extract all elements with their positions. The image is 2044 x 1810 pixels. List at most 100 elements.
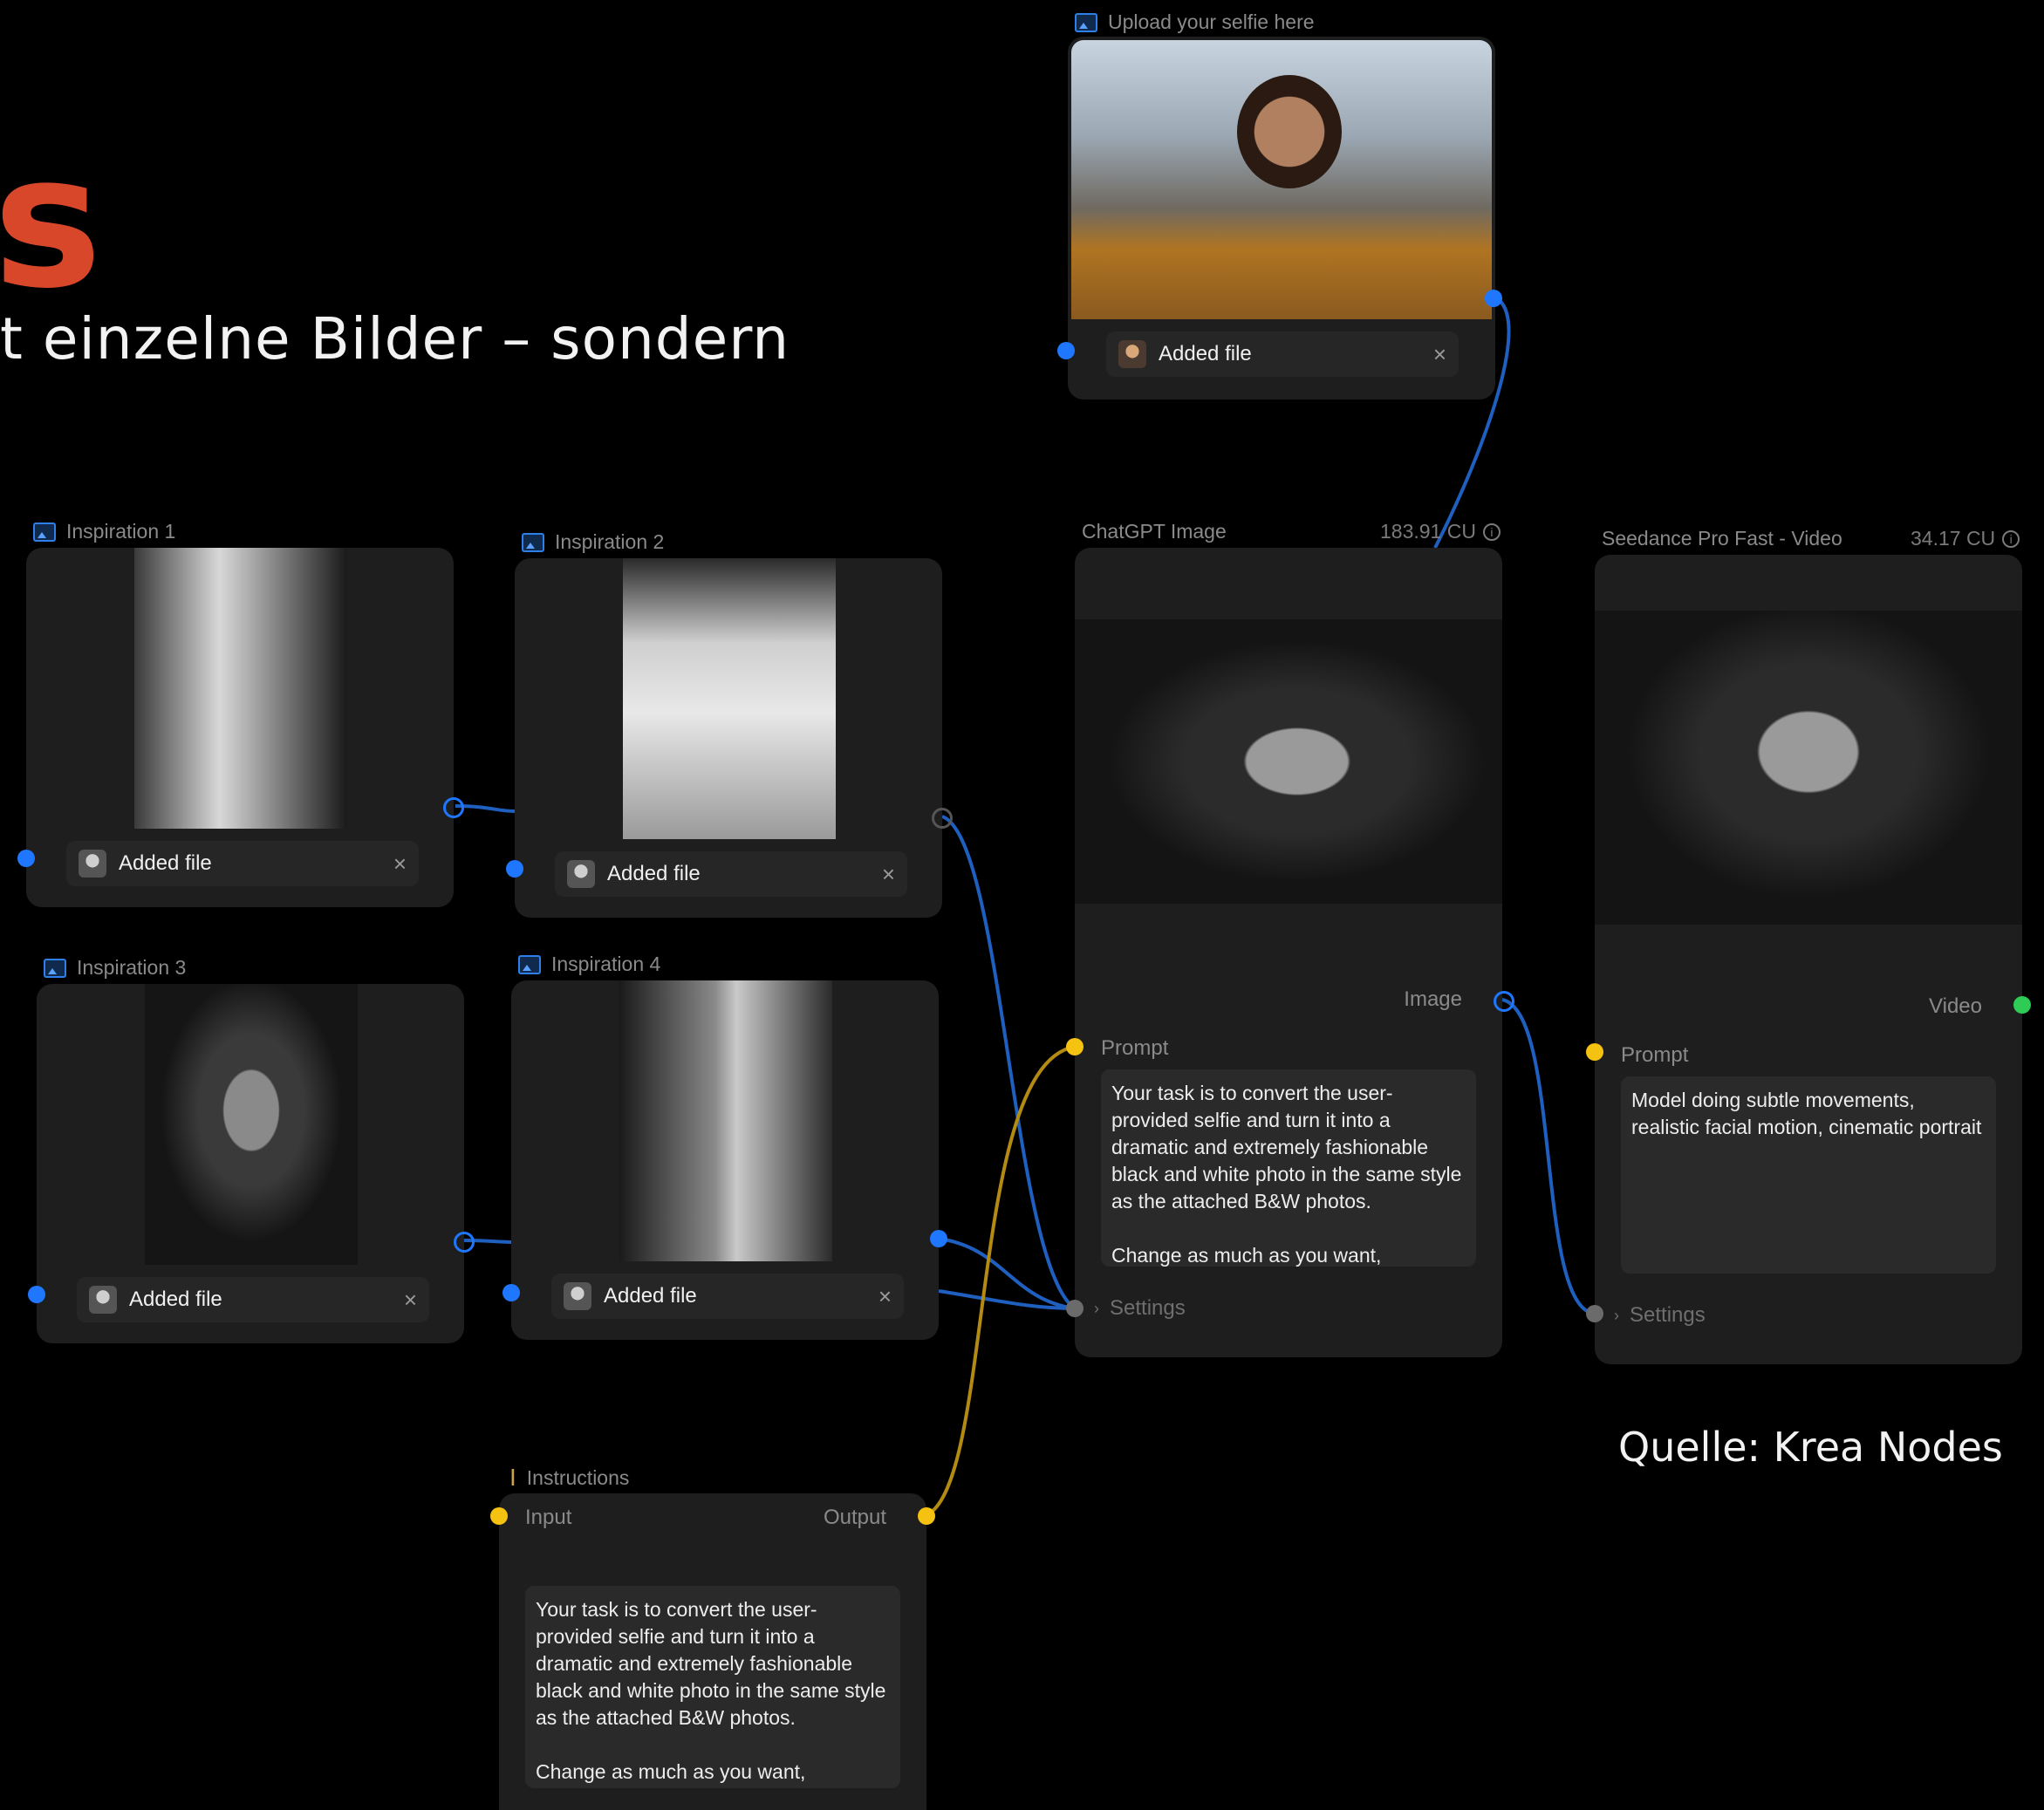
close-icon[interactable]: × [1433,341,1446,368]
port-input[interactable] [1066,1038,1084,1055]
wire-insp2-to-chatgpt [941,815,1077,1310]
prompt-textarea[interactable]: Your task is to convert the user-provide… [1101,1069,1476,1267]
node-title-text: ChatGPT Image [1082,520,1227,543]
port-input[interactable] [28,1286,45,1303]
port-input[interactable] [17,850,35,867]
file-chip[interactable]: Added file × [66,841,419,886]
output-label: Output [823,1506,886,1529]
wire-insp4-to-chatgpt-2 [938,1289,1076,1310]
prompt-textarea[interactable]: Model doing subtle movements, realistic … [1621,1076,1996,1274]
node-title-seedance: Seedance Pro Fast - Video [1602,527,1842,550]
port-output[interactable] [454,1232,475,1253]
image-icon [518,954,541,974]
prompt-label: Prompt [1621,1043,1689,1067]
node-inspiration-3[interactable]: Added file × [37,984,464,1343]
port-input[interactable] [502,1284,520,1301]
node-title-text: Inspiration 1 [66,520,176,543]
file-chip[interactable]: Added file × [1106,331,1459,377]
cost-badge: 34.17 CU i [1911,527,2020,550]
file-label: Added file [119,851,212,875]
text-cursor-icon: I [509,1464,516,1491]
file-label: Added file [604,1284,697,1308]
output-label: Image [1404,987,1462,1011]
port-output[interactable] [1494,991,1514,1012]
selfie-photo [1071,40,1492,319]
node-title-text: Seedance Pro Fast - Video [1602,527,1842,550]
node-title-text: Inspiration 2 [555,530,665,553]
node-title-text: Inspiration 4 [551,953,661,975]
node-title-selfie: Upload your selfie here [1075,10,1315,34]
close-icon[interactable]: × [882,861,895,888]
port-input[interactable] [1586,1043,1603,1061]
file-chip[interactable]: Added file × [77,1277,429,1322]
file-thumbnail [79,850,106,878]
file-label: Added file [607,862,701,885]
node-inspiration-1[interactable]: Added file × [26,548,454,907]
generated-video [1595,611,2022,925]
file-thumbnail [1118,340,1146,368]
node-inspiration-2[interactable]: Added file × [515,558,942,918]
file-label: Added file [129,1287,222,1311]
close-icon[interactable]: × [878,1283,892,1310]
node-title-text: Instructions [526,1465,630,1489]
image-icon [44,958,66,978]
close-icon[interactable]: × [393,850,407,878]
port-input[interactable] [506,860,523,878]
port-output[interactable] [930,1230,947,1247]
port-input[interactable] [1066,1300,1084,1317]
settings-toggle[interactable]: › Settings [1094,1296,1186,1321]
wire-insp1-to-insp2 [455,804,516,813]
info-icon[interactable]: i [2002,529,2020,548]
port-output[interactable] [932,808,953,829]
file-chip[interactable]: Added file × [555,851,907,897]
node-selfie-upload[interactable]: Added file × [1068,37,1495,400]
wire-instructions-to-chatgpt [926,1045,1076,1517]
generated-image [1075,619,1502,904]
file-thumbnail [567,860,595,888]
port-output[interactable] [2013,996,2031,1014]
node-title-inspiration2: Inspiration 2 [522,530,664,554]
node-title-inspiration4: Inspiration 4 [518,953,660,976]
node-title-inspiration3: Inspiration 3 [44,956,186,980]
file-chip[interactable]: Added file × [551,1274,904,1319]
image-icon [1075,12,1097,32]
wire-chatgpt-to-seedance [1501,998,1596,1315]
port-input[interactable] [1586,1305,1603,1322]
inspiration-photo [145,984,358,1265]
chevron-right-icon: › [1614,1306,1619,1324]
settings-toggle[interactable]: › Settings [1614,1303,1706,1328]
node-seedance-video[interactable]: Video Prompt Model doing subtle movement… [1595,555,2022,1364]
node-title-chatgpt: ChatGPT Image [1082,520,1227,543]
inspiration-photo [623,558,836,839]
info-icon[interactable]: i [1482,523,1501,541]
output-label: Video [1929,994,1982,1018]
cost-value: 34.17 CU [1911,527,1996,550]
file-thumbnail [564,1282,591,1310]
inspiration-photo [619,980,832,1261]
file-thumbnail [89,1286,117,1314]
port-output[interactable] [918,1507,935,1525]
port-output[interactable] [1485,290,1502,307]
cost-value: 183.91 CU [1380,520,1476,543]
prompt-label: Prompt [1101,1036,1169,1060]
settings-label: Settings [1630,1303,1706,1327]
port-input[interactable] [490,1507,508,1525]
image-icon [522,532,544,552]
instructions-textarea[interactable]: Your task is to convert the user-provide… [525,1586,900,1788]
node-inspiration-4[interactable]: Added file × [511,980,939,1340]
node-title-instructions: I Instructions [509,1464,629,1492]
node-title-text: Upload your selfie here [1108,10,1315,33]
settings-label: Settings [1110,1296,1186,1320]
port-output[interactable] [443,797,464,818]
inspiration-photo [134,548,347,829]
input-label: Input [525,1506,572,1529]
close-icon[interactable]: × [404,1287,417,1314]
chevron-right-icon: › [1094,1299,1099,1317]
cost-badge: 183.91 CU i [1380,520,1501,543]
node-instructions[interactable]: Input Output Your task is to convert the… [499,1493,926,1810]
image-icon [33,522,56,542]
node-chatgpt-image[interactable]: Image Prompt Your task is to convert the… [1075,548,1502,1357]
port-input[interactable] [1057,342,1075,359]
file-label: Added file [1159,342,1252,365]
node-title-inspiration1: Inspiration 1 [33,520,175,543]
